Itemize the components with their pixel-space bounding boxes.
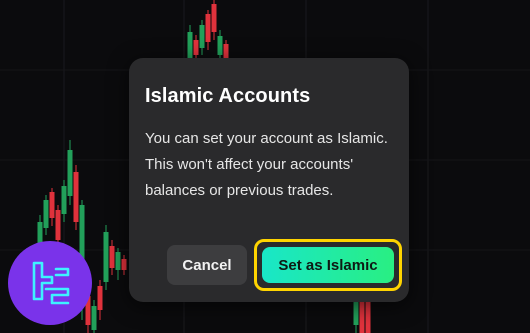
candle-body [217,36,223,55]
candle-body [55,210,61,240]
candle-body [67,150,73,196]
candle-body [109,246,115,268]
candle-body [199,25,205,48]
highlight-frame: Set as Islamic [254,239,402,291]
tradingfinder-logo-icon [32,261,70,305]
brand-logo [8,241,92,325]
candle-body [115,252,121,270]
cancel-button[interactable]: Cancel [167,245,247,285]
candle-body [365,300,371,333]
candle-body [43,200,49,228]
candle-body [73,172,79,222]
candle-body [205,14,211,42]
candle-body [61,186,67,214]
candle-body [97,286,103,310]
dialog-message: You can set your account as Islamic. Thi… [145,130,388,199]
candle-body [193,40,199,55]
candle-body [91,306,97,330]
candle-body [49,192,55,218]
dialog-title: Islamic Accounts [145,85,311,107]
islamic-accounts-dialog: Islamic Accounts You can set your accoun… [129,58,409,302]
set-as-islamic-button[interactable]: Set as Islamic [262,247,394,283]
candle-body [211,4,217,32]
candle-body [121,259,127,270]
candle-body [103,232,109,282]
